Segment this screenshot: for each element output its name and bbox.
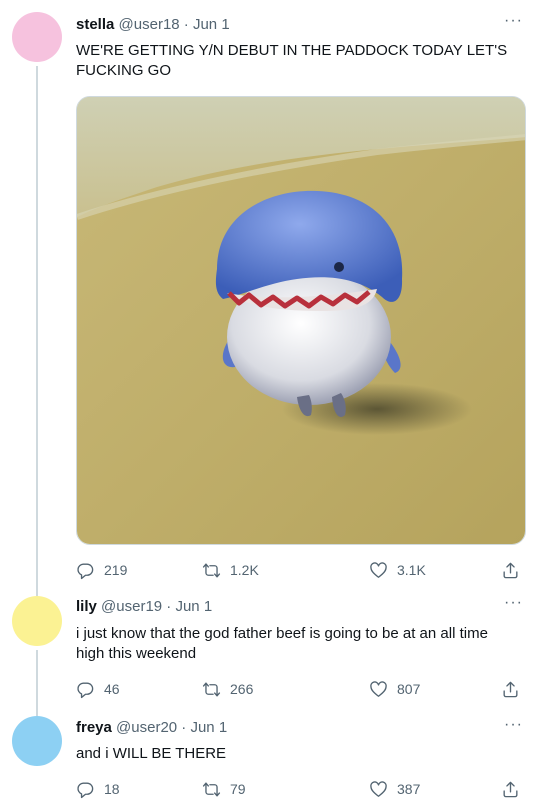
tweet-text: WE'RE GETTING Y/N DEBUT IN THE PADDOCK T… bbox=[76, 42, 508, 79]
tweet-lily[interactable]: lily @user19 · Jun 1 ··· i just know tha… bbox=[0, 590, 539, 710]
reply-count: 18 bbox=[104, 781, 120, 797]
tweet-header: freya @user20 · Jun 1 bbox=[76, 718, 527, 738]
share-button[interactable] bbox=[501, 559, 520, 581]
reply-icon bbox=[77, 562, 94, 579]
retweet-button[interactable]: 266 bbox=[202, 678, 253, 700]
more-icon[interactable]: ··· bbox=[504, 595, 523, 611]
tweet-date[interactable]: Jun 1 bbox=[193, 16, 230, 33]
thread-line bbox=[36, 650, 38, 710]
avatar[interactable] bbox=[12, 596, 62, 646]
retweet-count: 266 bbox=[230, 681, 254, 697]
reply-icon bbox=[77, 781, 94, 798]
reply-button[interactable]: 46 bbox=[76, 678, 120, 700]
heart-icon bbox=[370, 561, 387, 578]
share-icon bbox=[503, 681, 518, 697]
heart-icon bbox=[370, 780, 387, 797]
heart-icon bbox=[370, 680, 387, 697]
reply-count: 46 bbox=[104, 681, 120, 697]
like-button[interactable]: 807 bbox=[369, 678, 420, 700]
tweet-freya[interactable]: freya @user20 · Jun 1 ··· and i WILL BE … bbox=[0, 710, 539, 810]
tweet-header: stella @user18 · Jun 1 bbox=[76, 15, 527, 35]
reply-icon bbox=[77, 681, 94, 698]
user-handle[interactable]: @user18 bbox=[119, 16, 180, 33]
tweet-actions: 18 79 387 bbox=[76, 778, 526, 800]
thread-line bbox=[36, 66, 38, 590]
more-icon[interactable]: ··· bbox=[504, 717, 523, 733]
retweet-icon bbox=[202, 562, 221, 578]
tweet-actions: 219 1.2K 3.1K bbox=[76, 559, 526, 581]
retweet-button[interactable]: 1.2K bbox=[202, 559, 259, 581]
like-count: 3.1K bbox=[397, 562, 426, 578]
share-button[interactable] bbox=[501, 778, 520, 800]
share-button[interactable] bbox=[501, 678, 520, 700]
share-icon bbox=[503, 781, 518, 797]
tweet-text: i just know that the god father beef is … bbox=[76, 625, 488, 662]
tweet-text: and i WILL BE THERE bbox=[76, 745, 227, 762]
more-icon[interactable]: ··· bbox=[504, 13, 523, 29]
separator: · bbox=[183, 16, 189, 33]
retweet-icon bbox=[202, 681, 221, 697]
tweet-stella[interactable]: stella @user18 · Jun 1 ··· WE'RE GETTING… bbox=[0, 0, 539, 590]
display-name[interactable]: stella bbox=[76, 16, 114, 33]
tweet-date[interactable]: Jun 1 bbox=[175, 598, 212, 615]
user-handle[interactable]: @user19 bbox=[101, 598, 162, 615]
shark-plush-image bbox=[77, 97, 525, 544]
avatar[interactable] bbox=[12, 716, 62, 766]
retweet-button[interactable]: 79 bbox=[202, 778, 246, 800]
avatar[interactable] bbox=[12, 12, 62, 62]
tweet-actions: 46 266 807 bbox=[76, 678, 526, 700]
share-icon bbox=[503, 562, 518, 578]
like-count: 387 bbox=[397, 781, 421, 797]
like-count: 807 bbox=[397, 681, 421, 697]
like-button[interactable]: 387 bbox=[369, 778, 420, 800]
reply-button[interactable]: 18 bbox=[76, 778, 120, 800]
retweet-count: 79 bbox=[230, 781, 246, 797]
retweet-count: 1.2K bbox=[230, 562, 259, 578]
retweet-icon bbox=[202, 781, 221, 797]
reply-count: 219 bbox=[104, 562, 128, 578]
reply-button[interactable]: 219 bbox=[76, 559, 127, 581]
display-name[interactable]: lily bbox=[76, 598, 97, 615]
tweet-image[interactable] bbox=[76, 96, 526, 545]
user-handle[interactable]: @user20 bbox=[116, 719, 177, 736]
separator: · bbox=[181, 719, 187, 736]
like-button[interactable]: 3.1K bbox=[369, 559, 426, 581]
separator: · bbox=[166, 598, 172, 615]
tweet-date[interactable]: Jun 1 bbox=[190, 719, 227, 736]
tweet-header: lily @user19 · Jun 1 bbox=[76, 597, 527, 617]
display-name[interactable]: freya bbox=[76, 719, 112, 736]
